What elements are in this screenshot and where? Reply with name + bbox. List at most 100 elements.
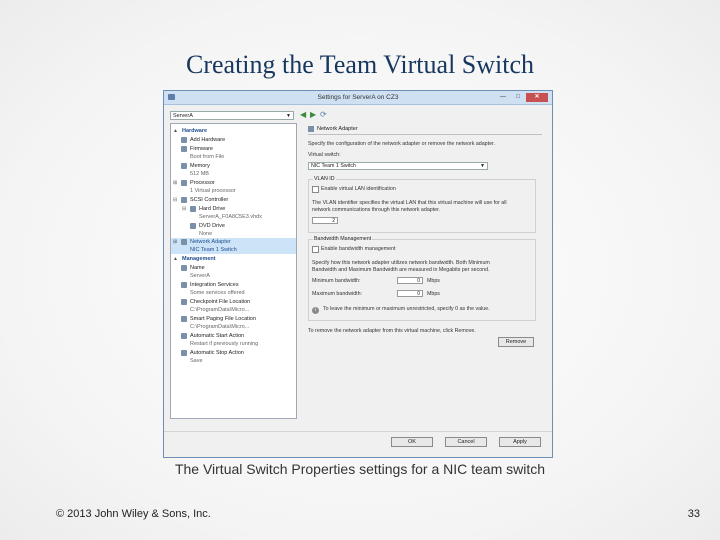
remove-button[interactable]: Remove [498,337,534,347]
tree-item-add-hardware[interactable]: Add Hardware [171,136,296,144]
chevron-down-icon: ▼ [480,163,485,169]
vlan-group-label: VLAN ID [313,176,336,182]
info-icon: i [312,307,319,314]
tree-subtext: ServerA_F0A8C5E3.vhdx [199,214,262,220]
tree-subtext: 1 Virtual processor [190,188,236,194]
checkpoint-icon [181,299,187,305]
collapse-icon[interactable]: ▲ [173,127,178,135]
tree-item-scsi-controller[interactable]: ⊟ SCSI Controller [171,196,296,204]
window-title: Settings for ServerA on CZ3 [317,94,399,101]
bandwidth-info-note: To leave the minimum or maximum unrestri… [323,306,490,312]
collapse-icon[interactable]: ⊟ [173,196,177,204]
bandwidth-group-label: Bandwidth Management [313,236,373,242]
footer-divider [164,431,552,432]
min-bandwidth-label: Minimum bandwidth: [312,278,361,284]
tree-subtext: Some services offered [190,290,245,296]
integration-services-icon [181,282,187,288]
close-button[interactable]: ✕ [526,93,548,102]
tree-subtext: Boot from File [190,154,225,160]
vm-selector-value: ServerA [173,113,193,119]
network-adapter-icon [308,126,314,132]
heading-divider [308,134,542,135]
tree-item-network-adapter[interactable]: ⊞ Network Adapter [171,238,296,246]
bandwidth-description: Specify how this network adapter utilize… [312,260,490,266]
tree-item-hard-drive[interactable]: ⊟ Hard Drive [171,205,296,213]
switch-label: Virtual switch: [308,152,341,158]
name-icon [181,265,187,271]
tree-category-management[interactable]: ▲ Management [171,255,296,263]
vlan-description: network communications through this netw… [312,207,441,213]
tree-item-firmware[interactable]: Firmware [171,145,296,153]
tree-subtext: 512 MB [190,171,209,177]
tree-item-smart-paging[interactable]: Smart Paging File Location [171,315,296,323]
processor-icon [181,180,187,186]
settings-window: Settings for ServerA on CZ3 — □ ✕ Server… [163,90,553,458]
tree-item-checkpoint-location[interactable]: Checkpoint File Location [171,298,296,306]
chevron-down-icon: ▼ [286,113,291,119]
tree-subtext: C:\ProgramData\Micro... [190,324,250,330]
firmware-icon [181,146,187,152]
network-adapter-icon [181,239,187,245]
max-bandwidth-input[interactable]: 0 [397,290,423,297]
vlan-description: The VLAN identifier specifies the virtua… [312,200,507,206]
min-bandwidth-unit: Mbps [427,278,440,284]
tree-item-integration-services[interactable]: Integration Services [171,281,296,289]
vlan-checkbox[interactable] [312,186,319,193]
collapse-icon[interactable]: ⊟ [182,205,186,213]
minimize-button[interactable]: — [496,93,510,102]
tree-subtext: Restart if previously running [190,341,259,347]
window-titlebar: Settings for ServerA on CZ3 — □ ✕ [164,91,552,105]
tree-item-name[interactable]: Name [171,264,296,272]
refresh-icon[interactable]: ⟳ [320,111,327,119]
tree-subtext: None [199,231,213,237]
bandwidth-checkbox-label: Enable bandwidth management [321,246,396,252]
vm-selector-dropdown[interactable]: ServerA ▼ [170,111,294,120]
settings-tree[interactable]: ▲ Hardware Add Hardware Firmware Boot fr… [170,123,297,419]
virtual-switch-value: NIC Team 1 Switch [311,163,356,169]
controller-icon [181,197,187,203]
bandwidth-description: Bandwidth and Maximum Bandwidth are meas… [312,267,490,273]
expand-icon[interactable]: ⊞ [173,179,177,187]
copyright-footer: © 2013 John Wiley & Sons, Inc. [56,508,211,520]
slide-caption: The Virtual Switch Properties settings f… [174,461,546,477]
back-arrow-icon[interactable]: ◀ [300,111,306,119]
vlan-checkbox-label: Enable virtual LAN identification [321,186,396,192]
tree-item-processor[interactable]: ⊞ Processor [171,179,296,187]
tree-subtext-selected: NIC Team 1 Switch [171,246,296,254]
memory-icon [181,163,187,169]
tree-subtext: Save [190,358,203,364]
tree-subtext: ServerA [190,273,210,279]
ok-button[interactable]: OK [391,437,433,447]
tree-item-auto-start[interactable]: Automatic Start Action [171,332,296,340]
pane-intro: Specify the configuration of the network… [308,141,495,147]
tree-category-hardware[interactable]: ▲ Hardware [171,127,296,135]
maximize-button[interactable]: □ [511,93,525,102]
expand-icon[interactable]: ⊞ [173,238,177,246]
dvd-drive-icon [190,223,196,229]
bandwidth-group: Bandwidth Management Enable bandwidth ma… [308,236,536,321]
min-bandwidth-input[interactable]: 0 [397,277,423,284]
auto-start-icon [181,333,187,339]
virtual-switch-dropdown[interactable]: NIC Team 1 Switch ▼ [308,162,488,170]
tree-item-dvd-drive[interactable]: DVD Drive [171,222,296,230]
tree-item-memory[interactable]: Memory [171,162,296,170]
tree-subtext: C:\ProgramData\Micro... [190,307,250,313]
bandwidth-checkbox[interactable] [312,246,319,253]
smart-paging-icon [181,316,187,322]
apply-button[interactable]: Apply [499,437,541,447]
slide-title: Creating the Team Virtual Switch [185,50,535,79]
max-bandwidth-unit: Mbps [427,291,440,297]
auto-stop-icon [181,350,187,356]
max-bandwidth-label: Maximum bandwidth: [312,291,363,297]
tree-item-auto-stop[interactable]: Automatic Stop Action [171,349,296,357]
vlan-id-input[interactable]: 2 [312,217,338,224]
collapse-icon[interactable]: ▲ [173,255,178,263]
vlan-group: VLAN ID Enable virtual LAN identificatio… [308,176,536,233]
pane-heading: Network Adapter [317,126,358,132]
cancel-button[interactable]: Cancel [445,437,487,447]
forward-arrow-icon[interactable]: ▶ [310,111,316,119]
remove-note: To remove the network adapter from this … [308,328,476,334]
hard-drive-icon [190,206,196,212]
settings-pane: Network Adapter Specify the configuratio… [302,123,544,419]
add-hardware-icon [181,137,187,143]
